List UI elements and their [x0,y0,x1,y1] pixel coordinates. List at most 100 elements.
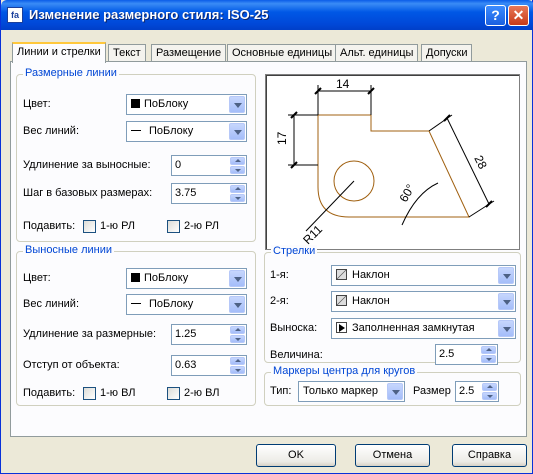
ext-extension-value: 1.25 [175,328,197,340]
ext-offset-value: 0.63 [175,359,197,371]
leader-arrow-value: Заполненная замкнутая [352,322,475,334]
preview-pane: 14 17 28 60° R11 [265,74,520,250]
cancel-button[interactable]: Отмена [355,444,430,467]
ext-color-label: Цвет: [23,272,51,284]
center-mark-type-select[interactable]: Только маркер [298,381,405,402]
center-mark-type-value: Только маркер [303,385,378,397]
tab-text[interactable]: Текст [108,44,146,62]
dimension-style-dialog: fa Изменение размерного стиля: ISO-25 ? … [0,0,533,474]
dim-color-value: ПоБлоку [144,98,189,110]
arrow-size-value: 2.5 [439,348,455,360]
dim-baseline-spinner[interactable]: 3.75 [171,183,247,204]
extension-lines-group: Выносные линии Цвет: ПоБлоку Вес линий: … [16,244,256,406]
spin-down-icon[interactable] [230,366,245,374]
ext-color-select[interactable]: ПоБлоку [126,268,247,289]
second-arrow-label: 2-я: [270,295,289,307]
title-bar[interactable]: fa Изменение размерного стиля: ISO-25 ? … [1,0,533,30]
chevron-down-icon[interactable] [229,96,245,113]
black-swatch-icon [131,99,140,108]
tab-primary-units[interactable]: Основные единицы [227,44,338,62]
dim-extension-label: Удлинение за выносные: [23,159,151,171]
spin-up-icon[interactable] [230,157,245,165]
dim-extension-spinner[interactable]: 0 [171,155,247,176]
tab-lines-arrows[interactable]: Линии и стрелки [12,42,106,63]
first-arrow-value: Наклон [352,269,390,281]
spin-up-icon[interactable] [230,185,245,193]
suppress-dim-line-1-checkbox[interactable] [83,220,96,233]
spin-down-icon[interactable] [230,194,245,202]
suppress-ext-line-1-label: 1-ю ВЛ [100,387,136,399]
dim-suppress-label: Подавить: [23,220,76,232]
preview-dim-28: 28 [471,153,490,172]
dim-weight-value: ПоБлоку [149,125,194,137]
chevron-down-icon[interactable] [229,296,245,313]
tab-placement[interactable]: Размещение [151,44,227,62]
help-title-button[interactable]: ? [485,5,506,26]
dim-weight-select[interactable]: ПоБлоку [126,121,247,142]
suppress-dim-line-2-label: 2-ю РЛ [184,220,220,232]
spin-down-icon[interactable] [230,335,245,343]
arrow-size-label: Величина: [270,349,323,361]
leader-arrow-label: Выноска: [270,322,318,334]
dim-color-select[interactable]: ПоБлоку [126,94,247,115]
help-button[interactable]: Справка [452,444,527,467]
chevron-down-icon[interactable] [229,270,245,287]
arrows-title: Стрелки [271,245,318,257]
tab-tolerances[interactable]: Допуски [421,44,473,62]
center-mark-type-label: Тип: [270,385,292,397]
dim-extension-value: 0 [175,159,182,171]
leader-arrow-select[interactable]: Заполненная замкнутая [331,318,516,339]
center-marks-title: Маркеры центра для кругов [271,365,418,377]
suppress-ext-line-2-label: 2-ю ВЛ [184,387,220,399]
spin-up-icon[interactable] [481,346,496,354]
spin-up-icon[interactable] [482,383,497,391]
center-mark-size-label: Размер [413,385,451,397]
second-arrow-value: Наклон [352,295,390,307]
chevron-down-icon[interactable] [498,267,514,284]
suppress-dim-line-1-label: 1-ю РЛ [100,220,136,232]
oblique-arrow-icon [336,269,347,280]
app-icon: fa [7,7,23,23]
window-title: Изменение размерного стиля: ISO-25 [29,7,269,22]
ext-color-value: ПоБлоку [144,272,189,284]
spin-down-icon[interactable] [481,355,496,363]
preview-dim-17: 17 [275,131,289,145]
preview-drawing: 14 17 28 60° R11 [275,77,495,247]
first-arrow-select[interactable]: Наклон [331,265,516,286]
spin-up-icon[interactable] [230,326,245,334]
arrows-group: Стрелки 1-я: Наклон 2-я: Наклон Выноска:… [264,245,521,365]
ext-weight-value: ПоБлоку [149,298,194,310]
line-weight-icon [131,130,141,131]
suppress-dim-line-2-checkbox[interactable] [167,220,180,233]
line-weight-icon [131,303,141,304]
tab-alt-units[interactable]: Альт. единицы [335,44,419,62]
tab-panel: Размерные линии Цвет: ПоБлоку Вес линий:… [10,61,527,437]
chevron-down-icon[interactable] [498,320,514,337]
center-mark-size-spinner[interactable]: 2.5 [455,381,499,402]
dim-weight-label: Вес линий: [23,125,79,137]
spin-up-icon[interactable] [230,357,245,365]
suppress-ext-line-1-checkbox[interactable] [83,387,96,400]
oblique-arrow-icon [336,295,347,306]
center-mark-size-value: 2.5 [459,385,475,397]
suppress-ext-line-2-checkbox[interactable] [167,387,180,400]
spin-down-icon[interactable] [230,166,245,174]
chevron-down-icon[interactable] [229,123,245,140]
arrow-size-spinner[interactable]: 2.5 [435,344,498,365]
ext-weight-select[interactable]: ПоБлоку [126,294,247,315]
preview-dim-14: 14 [336,77,350,91]
ext-extension-label: Удлинение за размерные: [23,328,157,340]
spin-down-icon[interactable] [482,392,497,400]
black-swatch-icon [131,273,140,282]
preview-dim-r11: R11 [300,222,325,247]
ext-suppress-label: Подавить: [23,387,76,399]
chevron-down-icon[interactable] [387,383,403,400]
ext-extension-spinner[interactable]: 1.25 [171,324,247,345]
ok-button[interactable]: OK [256,444,336,467]
dim-baseline-value: 3.75 [175,187,197,199]
chevron-down-icon[interactable] [498,293,514,310]
closed-filled-arrow-icon [336,322,347,333]
ext-offset-spinner[interactable]: 0.63 [171,355,247,376]
second-arrow-select[interactable]: Наклон [331,291,516,312]
close-icon[interactable]: ✕ [508,5,529,26]
